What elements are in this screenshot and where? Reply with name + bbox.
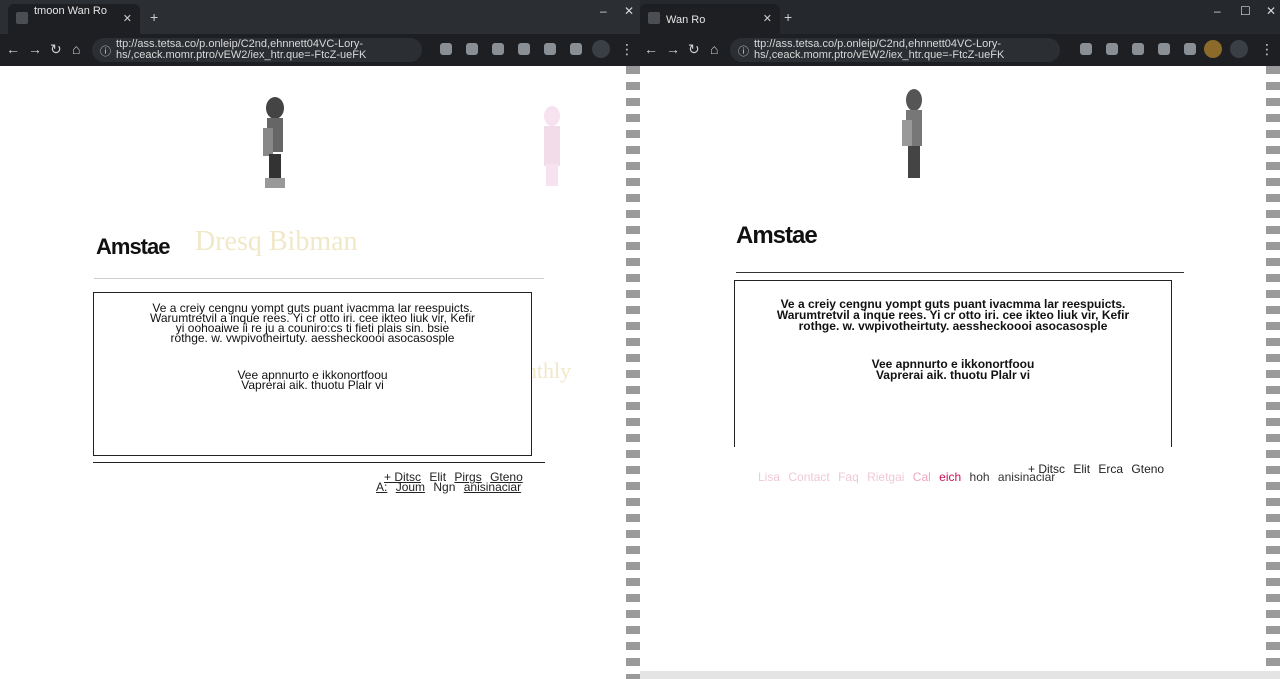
- footer-link[interactable]: Erca: [1098, 462, 1123, 476]
- left-toolbar: ← → ↻ ⌂ ⓘ ttp://ass.tetsa.co/p.onleip/C2…: [0, 34, 640, 66]
- footer-link[interactable]: Faq: [838, 470, 859, 484]
- heading-divider: [94, 278, 544, 279]
- extension-icon[interactable]: [1184, 43, 1196, 55]
- right-browser-window: Wan Ro ✕ + – ☐ ✕ ← → ↻ ⌂ ⓘ ttp://ass.tet…: [640, 0, 1280, 679]
- footer-link[interactable]: Lisa: [758, 470, 780, 484]
- forward-button[interactable]: →: [666, 41, 680, 57]
- profile-avatar[interactable]: [1204, 40, 1222, 58]
- reload-button[interactable]: ↻: [50, 41, 62, 58]
- logo-icon: [263, 97, 285, 188]
- extension-icon[interactable]: [492, 43, 504, 55]
- address-bar[interactable]: ⓘ ttp://ass.tetsa.co/p.onleip/C2nd,ehnne…: [92, 38, 422, 62]
- logo-icon: [902, 89, 922, 178]
- site-info-icon[interactable]: ⓘ: [100, 43, 111, 59]
- left-page: Dresq Bibman Gracht Monthly Amstae Ve a …: [0, 66, 640, 679]
- footer-link[interactable]: Contact: [788, 470, 829, 484]
- notice-box: Ve a creiy cengnu yompt guts puant ivacm…: [734, 280, 1172, 447]
- footer-link[interactable]: anisinaciar: [998, 470, 1055, 484]
- footer-link[interactable]: Rietgai: [867, 470, 904, 484]
- home-button[interactable]: ⌂: [72, 41, 80, 57]
- left-titlebar: tmoon Wan Ro ✕ + – ✕: [0, 0, 640, 34]
- home-button[interactable]: ⌂: [710, 41, 718, 57]
- extension-icon[interactable]: [466, 43, 478, 55]
- new-tab-button[interactable]: +: [784, 9, 792, 25]
- footer-link[interactable]: A:: [376, 480, 387, 494]
- screen: tmoon Wan Ro ✕ + – ✕ ← → ↻ ⌂ ⓘ ttp://ass…: [0, 0, 1280, 679]
- tab-title: tmoon Wan Ro: [34, 5, 107, 17]
- right-titlebar: Wan Ro ✕ + – ☐ ✕: [640, 0, 1280, 34]
- new-tab-button[interactable]: +: [150, 9, 158, 25]
- notice-text-line: Vaprerai aik. thuotu Plalr vi: [241, 378, 384, 392]
- site-info-icon[interactable]: ⓘ: [738, 43, 749, 59]
- tab-close-icon[interactable]: ✕: [763, 12, 772, 25]
- back-button[interactable]: ←: [6, 41, 20, 57]
- notice-text-line: rothge. w. vwpivotheirtuty. aessheckoooi…: [170, 331, 455, 345]
- right-horizontal-scrollbar[interactable]: [640, 671, 1280, 679]
- left-tab[interactable]: tmoon Wan Ro ✕: [8, 4, 140, 34]
- footer-link[interactable]: eich: [939, 470, 961, 484]
- right-toolbar: ← → ↻ ⌂ ⓘ ttp://ass.tetsa.co/p.onleip/C2…: [640, 34, 1280, 66]
- faint-brand-title: Dresq Bibman: [195, 226, 358, 257]
- address-url-line2: hs/,ceack.momr.ptro/vEW2/iex_htr.que=-Ft…: [116, 49, 367, 61]
- footer-link[interactable]: hoh: [970, 470, 990, 484]
- close-window-button[interactable]: ✕: [1266, 4, 1276, 18]
- extension-icon[interactable]: [1158, 43, 1170, 55]
- footer-link[interactable]: Gteno: [1131, 462, 1164, 476]
- left-browser-window: tmoon Wan Ro ✕ + – ✕ ← → ↻ ⌂ ⓘ ttp://ass…: [0, 0, 640, 679]
- footer-link[interactable]: Ngn: [433, 480, 455, 494]
- extension-icon[interactable]: [544, 43, 556, 55]
- footer-links-row2: Lisa Contact Faq Rietgai Cal eich hoh an…: [758, 470, 1060, 484]
- right-tab[interactable]: Wan Ro ✕: [640, 4, 780, 34]
- left-vertical-scrollbar[interactable]: [626, 66, 640, 679]
- menu-icon[interactable]: ⋮: [620, 41, 634, 58]
- footer-links-row2: A: Joum Ngn anisinaciar: [376, 480, 526, 494]
- box-bottom-rule: [93, 462, 545, 463]
- address-url-line2: hs/,ceack.momr.ptro/vEW2/iex_htr.que=-Ft…: [754, 49, 1005, 61]
- logo-shadow-icon: [544, 106, 560, 186]
- account-avatar[interactable]: [1230, 40, 1248, 58]
- profile-avatar[interactable]: [592, 40, 610, 58]
- right-vertical-scrollbar[interactable]: [1266, 66, 1280, 679]
- reload-button[interactable]: ↻: [688, 41, 700, 58]
- extension-icon[interactable]: [440, 43, 452, 55]
- notice-text-line: rothge. w. vwpivotheirtuty. aessheckoooi…: [798, 319, 1108, 333]
- heading-divider: [736, 272, 1184, 273]
- tab-close-icon[interactable]: ✕: [123, 12, 132, 25]
- minimize-button[interactable]: –: [1214, 4, 1221, 18]
- extension-icon[interactable]: [518, 43, 530, 55]
- page-title: Amstae: [96, 234, 170, 259]
- extension-icon[interactable]: [1132, 43, 1144, 55]
- tab-favicon-icon: [16, 12, 28, 24]
- maximize-button[interactable]: ☐: [1240, 4, 1251, 18]
- tab-favicon-icon: [648, 12, 660, 24]
- extension-icon[interactable]: [570, 43, 582, 55]
- menu-icon[interactable]: ⋮: [1260, 41, 1274, 58]
- tab-title: Wan Ro: [666, 14, 706, 26]
- close-window-button[interactable]: ✕: [624, 4, 634, 18]
- back-button[interactable]: ←: [644, 41, 658, 57]
- footer-link[interactable]: Cal: [913, 470, 931, 484]
- minimize-button[interactable]: –: [600, 4, 607, 18]
- notice-text-line: Vaprerai aik. thuotu Plalr vi: [875, 368, 1031, 382]
- extension-icon[interactable]: [1080, 43, 1092, 55]
- extension-icon[interactable]: [1106, 43, 1118, 55]
- footer-link[interactable]: Elit: [1073, 462, 1090, 476]
- footer-link[interactable]: Joum: [396, 480, 425, 494]
- forward-button[interactable]: →: [28, 41, 42, 57]
- right-page: Amstae Ve a creiy cengnu yompt guts puan…: [640, 66, 1280, 679]
- notice-box: Ve a creiy cengnu yompt guts puant ivacm…: [93, 292, 532, 456]
- page-title: Amstae: [736, 222, 818, 249]
- address-bar[interactable]: ⓘ ttp://ass.tetsa.co/p.onleip/C2nd,ehnne…: [730, 38, 1060, 62]
- footer-link[interactable]: anisinaciar: [464, 480, 521, 494]
